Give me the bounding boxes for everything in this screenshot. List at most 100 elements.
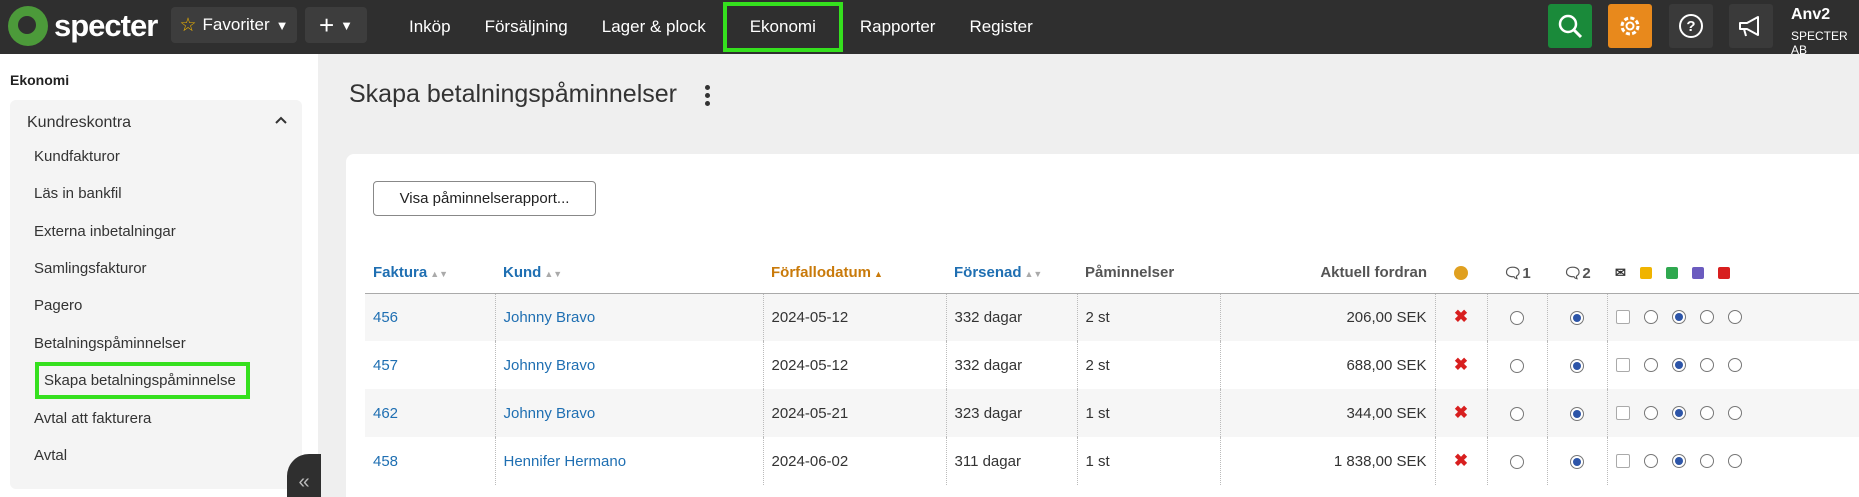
reminder-2-radio[interactable] bbox=[1570, 454, 1584, 469]
user-menu[interactable]: Anv2 SPECTER AB bbox=[1791, 6, 1859, 57]
email-checkbox[interactable] bbox=[1615, 454, 1630, 468]
option-radio[interactable] bbox=[1727, 454, 1742, 468]
option-radio[interactable] bbox=[1643, 454, 1658, 468]
due-date: 2024-06-02 bbox=[763, 437, 947, 485]
collapse-sidebar-button[interactable]: « bbox=[287, 454, 321, 497]
reminder-1-radio[interactable] bbox=[1510, 310, 1524, 325]
reminder-2-radio[interactable] bbox=[1570, 310, 1584, 325]
sidebar-item-pagero[interactable]: Pagero bbox=[34, 297, 82, 314]
due-date: 2024-05-12 bbox=[763, 293, 947, 341]
favorites-button[interactable]: ☆ Favoriter ▼ bbox=[171, 7, 297, 43]
user-org: SPECTER AB bbox=[1791, 29, 1848, 57]
customer-link[interactable]: Johnny Bravo bbox=[504, 309, 596, 326]
nav-lager-plock[interactable]: Lager & plock bbox=[585, 0, 723, 54]
create-new-button[interactable]: + ▼ bbox=[305, 7, 367, 43]
column-forsenad[interactable]: Försenad ▲▼ bbox=[946, 253, 1077, 294]
sidebar-item-betalningspaminnelser[interactable]: Betalningspåminnelser bbox=[34, 335, 186, 352]
sidebar-item-kundfakturor[interactable]: Kundfakturor bbox=[34, 148, 120, 165]
days-late: 323 dagar bbox=[946, 389, 1078, 437]
sidebar-item-avtal-att-fakturera[interactable]: Avtal att fakturera bbox=[34, 410, 151, 427]
customer-link[interactable]: Hennifer Hermano bbox=[504, 453, 627, 470]
pause-icon bbox=[1639, 266, 1652, 279]
email-checkbox[interactable] bbox=[1615, 358, 1630, 372]
option-radio[interactable] bbox=[1727, 358, 1742, 372]
sidebar-item-externa-inbetalningar[interactable]: Externa inbetalningar bbox=[34, 223, 176, 240]
column-reminder-2: 🗨2 bbox=[1547, 253, 1607, 294]
show-reminder-report-button[interactable]: Visa påminnelserapport... bbox=[373, 181, 596, 216]
sidebar-item-avtal[interactable]: Avtal bbox=[34, 447, 67, 464]
nav-ekonomi[interactable]: Ekonomi bbox=[722, 2, 843, 52]
search-icon bbox=[1558, 14, 1583, 39]
no-fee-icon[interactable]: ✖ bbox=[1454, 451, 1468, 470]
sidebar-section-title: Ekonomi bbox=[10, 72, 70, 88]
customer-link[interactable]: Johnny Bravo bbox=[504, 357, 596, 374]
svg-text:?: ? bbox=[1686, 18, 1695, 35]
reminder-1-radio[interactable] bbox=[1510, 454, 1524, 469]
option-radio[interactable] bbox=[1699, 310, 1714, 325]
main-nav: Inköp Försäljning Lager & plock Ekonomi … bbox=[392, 0, 1050, 54]
gear-icon bbox=[1620, 16, 1640, 36]
invoice-link[interactable]: 462 bbox=[373, 405, 398, 422]
sidebar-group-title[interactable]: Kundreskontra bbox=[27, 114, 131, 132]
table-row: 462 Johnny Bravo 2024-05-21 323 dagar 1 … bbox=[365, 389, 1859, 437]
stop-icon bbox=[1717, 266, 1730, 279]
reminder-2-radio[interactable] bbox=[1570, 358, 1584, 373]
specter-logo[interactable]: specter bbox=[8, 4, 158, 48]
no-fee-icon[interactable]: ✖ bbox=[1454, 355, 1468, 374]
column-reminder-1: 🗨1 bbox=[1487, 253, 1547, 294]
email-checkbox[interactable] bbox=[1615, 310, 1630, 325]
option-radio[interactable] bbox=[1699, 406, 1714, 420]
nav-forsaljning[interactable]: Försäljning bbox=[468, 0, 585, 54]
no-fee-icon[interactable]: ✖ bbox=[1454, 307, 1468, 326]
reminders-table: Faktura ▲▼ Kund ▲▼ Förfallodatum ▲ Försenad… bbox=[365, 253, 1859, 485]
column-kund[interactable]: Kund ▲▼ bbox=[495, 253, 763, 294]
customer-link[interactable]: Johnny Bravo bbox=[504, 405, 596, 422]
days-late: 332 dagar bbox=[946, 293, 1078, 341]
nav-register[interactable]: Register bbox=[952, 0, 1049, 54]
page-title: Skapa betalningspåminnelser bbox=[349, 80, 677, 108]
option-radio[interactable] bbox=[1643, 310, 1658, 325]
option-radio[interactable] bbox=[1643, 406, 1658, 420]
kebab-menu-icon[interactable] bbox=[705, 85, 711, 109]
no-fee-icon[interactable]: ✖ bbox=[1454, 403, 1468, 422]
invoice-link[interactable]: 456 bbox=[373, 309, 398, 326]
top-bar: specter ☆ Favoriter ▼ + ▼ Inköp Försäljn… bbox=[0, 0, 1859, 57]
option-radio[interactable] bbox=[1671, 358, 1686, 372]
double-chevron-left-icon: « bbox=[298, 471, 310, 493]
table-row: 457 Johnny Bravo 2024-05-12 332 dagar 2 … bbox=[365, 341, 1859, 389]
announcements-button[interactable] bbox=[1729, 4, 1773, 48]
reminder-1-radio[interactable] bbox=[1510, 358, 1524, 373]
sidebar-item-samlingsfakturor[interactable]: Samlingsfakturor bbox=[34, 260, 147, 277]
option-radio[interactable] bbox=[1699, 358, 1714, 372]
chevron-up-icon[interactable] bbox=[274, 113, 288, 127]
table-header-row: Faktura ▲▼ Kund ▲▼ Förfallodatum ▲ Försenad… bbox=[365, 253, 1859, 294]
nav-rapporter[interactable]: Rapporter bbox=[843, 0, 953, 54]
option-radio[interactable] bbox=[1643, 358, 1658, 372]
option-radio[interactable] bbox=[1671, 454, 1686, 468]
sidebar-item-skapa-betalningspaminnelse[interactable]: Skapa betalningspåminnelse bbox=[35, 362, 250, 399]
option-radio[interactable] bbox=[1671, 406, 1686, 420]
invoice-link[interactable]: 457 bbox=[373, 357, 398, 374]
column-aktuell-fordran: Aktuell fordran bbox=[1220, 253, 1435, 294]
invoice-link[interactable]: 458 bbox=[373, 453, 398, 470]
search-button[interactable] bbox=[1548, 4, 1592, 48]
column-faktura[interactable]: Faktura ▲▼ bbox=[365, 253, 495, 294]
logo-text: specter bbox=[54, 8, 158, 43]
email-checkbox[interactable] bbox=[1615, 406, 1630, 420]
sidebar-item-las-in-bankfil[interactable]: Läs in bankfil bbox=[34, 185, 122, 202]
days-late: 332 dagar bbox=[946, 341, 1078, 389]
plus-icon: + bbox=[318, 9, 335, 40]
reminder-2-radio[interactable] bbox=[1570, 406, 1584, 421]
reminder-count: 1 st bbox=[1077, 437, 1221, 485]
option-radio[interactable] bbox=[1671, 310, 1686, 325]
reminder-1-radio[interactable] bbox=[1510, 406, 1524, 421]
option-radio[interactable] bbox=[1727, 310, 1742, 325]
column-forfallodatum[interactable]: Förfallodatum ▲ bbox=[763, 253, 946, 294]
option-radio[interactable] bbox=[1727, 406, 1742, 420]
nav-inkop[interactable]: Inköp bbox=[392, 0, 468, 54]
option-radio[interactable] bbox=[1699, 454, 1714, 468]
help-button[interactable]: ? bbox=[1669, 4, 1713, 48]
coin-icon bbox=[1454, 266, 1468, 281]
settings-button[interactable] bbox=[1608, 4, 1652, 48]
current-receivable: 688,00 SEK bbox=[1220, 341, 1436, 389]
